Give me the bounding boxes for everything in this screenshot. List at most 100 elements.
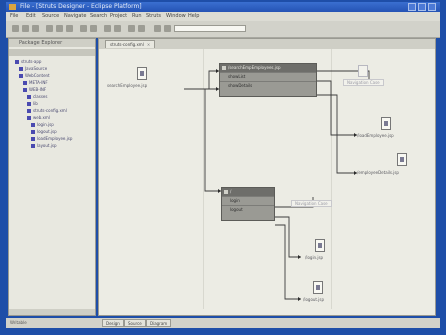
tree-item-label: layout.jsp xyxy=(37,143,57,148)
menu-struts[interactable]: Struts xyxy=(146,13,161,19)
toolbar xyxy=(6,21,440,38)
panel-toolbar xyxy=(9,49,95,56)
file-icon xyxy=(27,109,31,113)
tree-item-label: WebContent xyxy=(25,73,50,78)
menu-help[interactable]: Help xyxy=(188,13,199,19)
tab-struts-config[interactable]: struts-config.xml × xyxy=(105,40,156,48)
tree-item[interactable]: struts-config.xml xyxy=(9,108,95,114)
menu-project[interactable]: Project xyxy=(110,13,127,19)
menu-navigate[interactable]: Navigate xyxy=(64,13,86,19)
tree-item[interactable]: WEB-INF xyxy=(9,87,95,93)
tree-item-label: lib xyxy=(33,101,38,106)
toolbar-search-input[interactable] xyxy=(174,25,246,32)
tree-item-label: JavaSource xyxy=(25,66,48,71)
back-icon[interactable] xyxy=(128,25,135,32)
menu-source[interactable]: Source xyxy=(42,13,59,19)
run-icon[interactable] xyxy=(56,25,63,32)
file-icon xyxy=(27,95,31,99)
tab-label: struts-config.xml xyxy=(110,42,144,47)
link-action2-target4 xyxy=(275,224,301,300)
forward-icon[interactable] xyxy=(138,25,145,32)
file-icon xyxy=(31,130,35,134)
tree-item[interactable]: layout.jsp xyxy=(9,143,95,149)
print-icon[interactable] xyxy=(32,25,39,32)
refresh-icon[interactable] xyxy=(164,25,171,32)
forward-row[interactable]: logout xyxy=(222,205,274,214)
menu-edit[interactable]: Edit xyxy=(26,13,36,19)
forward-row[interactable]: login xyxy=(222,196,274,205)
target-page-label[interactable]: /login.jsp xyxy=(305,255,323,260)
action-icon xyxy=(224,190,228,194)
link-action1-up xyxy=(208,70,219,89)
action-header: / xyxy=(222,188,274,196)
menu-search[interactable]: Search xyxy=(90,13,107,19)
target-page-label[interactable]: /loadEmployee.jsp xyxy=(357,133,394,138)
forward-row[interactable]: showDetails xyxy=(220,81,316,90)
tree-item[interactable]: logout.jsp xyxy=(9,129,95,135)
target-page-label[interactable]: /employeeDetails.jsp xyxy=(357,170,399,175)
target-page-label[interactable]: /logout.jsp xyxy=(303,297,324,302)
tree-item[interactable]: loadEmployee.jsp xyxy=(9,136,95,142)
tree-item[interactable]: struts-app xyxy=(9,59,95,65)
new-class-icon[interactable] xyxy=(80,25,87,32)
diagram-canvas[interactable]: searchEmployee.jsp /searchEmpEmployees.j… xyxy=(99,49,435,309)
tree-item[interactable]: JavaSource xyxy=(9,66,95,72)
minimize-button[interactable] xyxy=(408,3,416,11)
arrowhead xyxy=(298,297,301,301)
jsp-page-icon[interactable] xyxy=(315,239,325,252)
external-tools-icon[interactable] xyxy=(66,25,73,32)
file-icon xyxy=(31,144,35,148)
jsp-page-icon[interactable] xyxy=(137,67,147,80)
tree-item-label: struts-app xyxy=(21,59,42,64)
tree-item[interactable]: WebContent xyxy=(9,73,95,79)
jsp-page-icon[interactable] xyxy=(397,153,407,166)
navigation-placeholder[interactable]: Navigation Case xyxy=(343,65,384,86)
tree-item-label: loadEmployee.jsp xyxy=(37,136,73,141)
file-icon xyxy=(31,123,35,127)
action-node-1[interactable]: /searchEmpEmployees.jsp showList showDet… xyxy=(219,63,317,97)
package-explorer-panel: Package Explorer struts-app JavaSource Web… xyxy=(8,38,96,316)
link-action1-target2 xyxy=(317,94,357,174)
start-page-label[interactable]: searchEmployee.jsp xyxy=(107,83,147,88)
new-icon[interactable] xyxy=(12,25,19,32)
tree-item[interactable]: web.xml xyxy=(9,115,95,121)
window-titlebar: File - [Struts Designer - Eclipse Platfo… xyxy=(6,2,440,12)
tree-item-label: logout.jsp xyxy=(37,129,57,134)
tab-diagram[interactable]: Diagram xyxy=(146,319,172,327)
horizontal-scrollbar[interactable] xyxy=(9,309,95,315)
jsp-page-icon[interactable] xyxy=(313,281,323,294)
link-start-action2 xyxy=(204,89,221,192)
save-icon[interactable] xyxy=(22,25,29,32)
struts-icon[interactable] xyxy=(154,25,161,32)
new-package-icon[interactable] xyxy=(90,25,97,32)
close-window-button[interactable] xyxy=(428,3,436,11)
arrowhead xyxy=(298,255,301,259)
open-type-icon[interactable] xyxy=(104,25,111,32)
close-tab-icon[interactable]: × xyxy=(147,42,150,47)
search-icon[interactable] xyxy=(114,25,121,32)
debug-icon[interactable] xyxy=(46,25,53,32)
link-action2-target3 xyxy=(275,216,301,258)
tree-item-label: login.jsp xyxy=(37,122,54,127)
menu-window[interactable]: Window xyxy=(166,13,186,19)
tree-item[interactable]: login.jsp xyxy=(9,122,95,128)
action-node-2[interactable]: / login logout xyxy=(221,187,275,221)
tree-item-label: META-INF xyxy=(29,80,48,85)
jsp-page-icon[interactable] xyxy=(381,117,391,130)
tree-item[interactable]: classes xyxy=(9,94,95,100)
tree-item-label: classes xyxy=(33,94,48,99)
menu-run[interactable]: Run xyxy=(132,13,142,19)
tree-item[interactable]: lib xyxy=(9,101,95,107)
file-icon xyxy=(31,137,35,141)
file-icon xyxy=(19,74,23,78)
menu-file[interactable]: File xyxy=(10,13,18,19)
tab-design[interactable]: Design xyxy=(102,319,124,327)
forward-row[interactable]: showList xyxy=(220,72,316,81)
tree-item[interactable]: META-INF xyxy=(9,80,95,86)
navigation-placeholder[interactable]: Navigation Case xyxy=(291,200,332,207)
file-icon xyxy=(27,102,31,106)
tab-source[interactable]: Source xyxy=(124,319,146,327)
file-icon xyxy=(23,81,27,85)
action-icon xyxy=(222,66,226,70)
maximize-button[interactable] xyxy=(418,3,426,11)
